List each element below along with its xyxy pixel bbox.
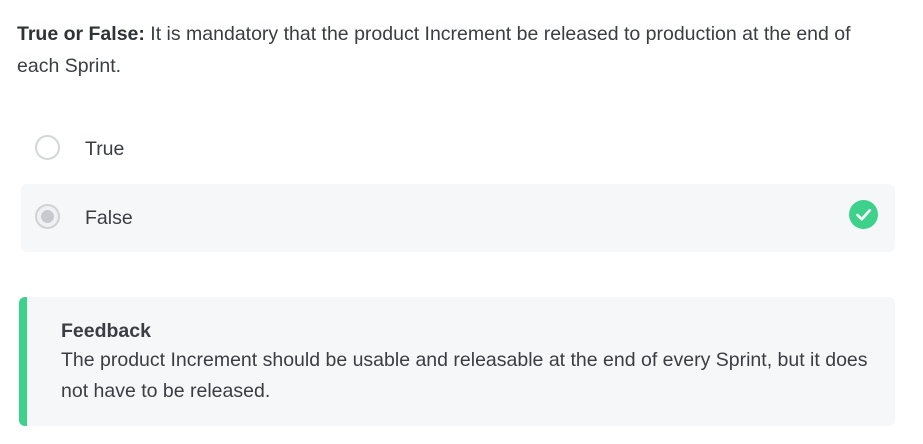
option-true[interactable]: True [21,115,895,183]
question-text: True or False: It is mandatory that the … [17,18,897,82]
radio-button-true[interactable] [35,135,60,160]
question-prefix: True or False: [17,23,145,45]
option-label-true: True [85,138,125,160]
radio-button-false[interactable] [35,204,60,229]
check-circle-icon [849,200,878,229]
radio-selected-dot [41,210,54,223]
feedback-text: The product Increment should be usable a… [61,349,868,402]
feedback-accent-bar [19,297,27,426]
option-false[interactable]: False [21,184,895,252]
feedback-panel: Feedback The product Increment should be… [19,297,895,426]
feedback-title: Feedback [61,320,151,342]
option-label-false: False [85,207,133,229]
